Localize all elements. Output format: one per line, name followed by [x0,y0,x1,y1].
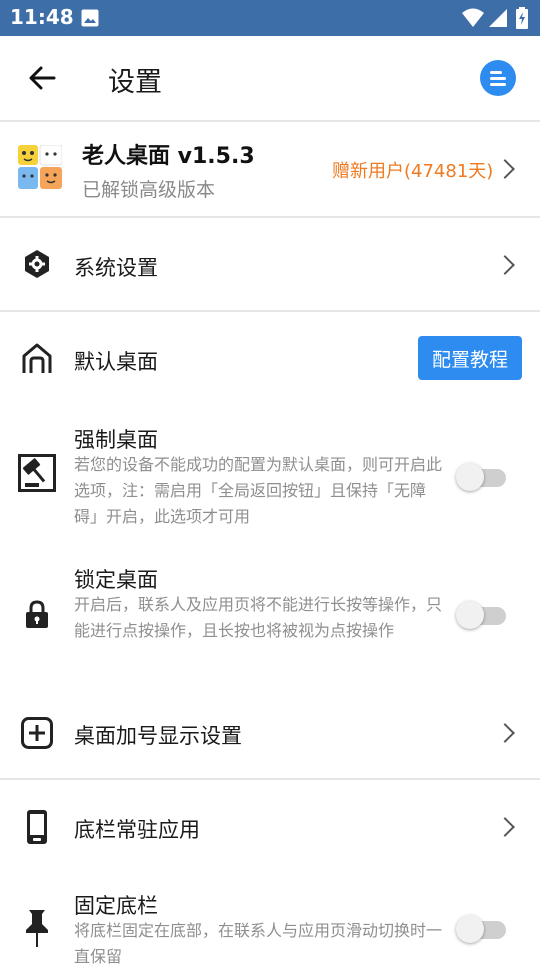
lock-desktop-label: 锁定桌面 [74,568,158,592]
signal-icon [488,8,508,32]
system-settings-row[interactable]: 系统设置 [0,218,540,310]
config-tutorial-button[interactable]: 配置教程 [418,336,522,380]
fixed-dock-label: 固定底栏 [74,894,158,918]
gear-hexagon-icon [25,250,49,278]
fixed-dock-toggle[interactable] [456,914,510,944]
image-icon [81,9,99,31]
chevron-right-icon [495,817,515,837]
default-desktop-label: 默认桌面 [74,350,158,374]
status-time: 11:48 [10,5,74,29]
toolbar: 设置 [0,36,540,122]
page-title: 设置 [108,67,162,98]
lock-desktop-toggle[interactable] [456,600,510,630]
chevron-right-icon [495,255,515,275]
pin-icon [26,910,48,947]
force-desktop-toggle[interactable] [456,462,510,492]
lock-desktop-row: 锁定桌面 开启后，联系人及应用页将不能进行长按等操作，只能进行点按操作，且长按也… [0,544,540,688]
battery-icon [516,7,528,33]
system-settings-label: 系统设置 [74,256,158,280]
fixed-dock-row: 固定底栏 将底栏固定在底部，在联系人与应用页滑动切换时一直保留 [0,872,540,966]
force-desktop-desc: 若您的设备不能成功的配置为默认桌面，则可开启此选项，注：需启用「全局返回按钮」且… [74,455,443,526]
force-desktop-label: 强制桌面 [74,428,158,452]
app-status: 已解锁高级版本 [82,179,216,201]
gift-label[interactable]: 赠新用户(47481天) [332,157,493,183]
app-name: 老人桌面 v1.5.3 [82,144,255,169]
chevron-right-icon [495,159,515,179]
wifi-icon [462,8,484,32]
gavel-icon [18,454,56,492]
menu-icon[interactable] [480,60,516,96]
app-logo [18,145,62,189]
chevron-right-icon [495,723,515,743]
lock-desktop-desc: 开启后，联系人及应用页将不能进行长按等操作，只能进行点按操作，且长按也将被视为点… [74,595,443,640]
phone-icon [27,810,47,844]
lock-icon [26,600,48,628]
app-info-row[interactable]: 老人桌面 v1.5.3 已解锁高级版本 赠新用户(47481天) [0,122,540,216]
back-arrow-icon[interactable] [28,64,56,92]
dock-apps-row[interactable]: 底栏常驻应用 [0,780,540,872]
plus-box-icon [21,717,53,749]
house-icon [22,343,52,373]
status-bar: 11:48 [0,0,540,36]
force-desktop-row: 强制桌面 若您的设备不能成功的配置为默认桌面，则可开启此选项，注：需启用「全局返… [0,404,540,544]
fixed-dock-desc: 将底栏固定在底部，在联系人与应用页滑动切换时一直保留 [74,921,443,966]
dock-apps-label: 底栏常驻应用 [74,818,200,842]
plus-display-row[interactable]: 桌面加号显示设置 [0,688,540,778]
plus-display-label: 桌面加号显示设置 [74,724,242,748]
